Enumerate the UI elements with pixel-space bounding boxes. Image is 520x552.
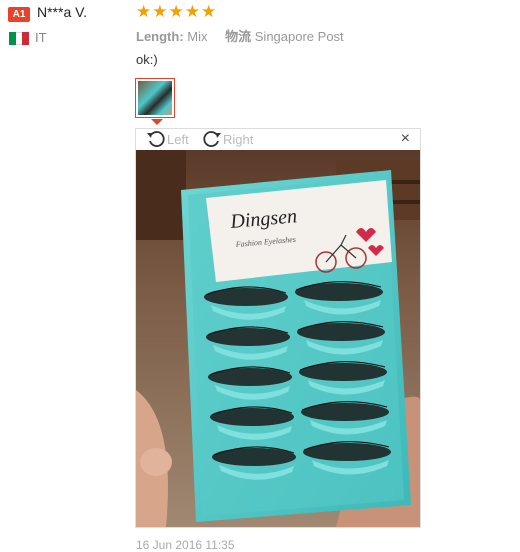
- rotate-right-button[interactable]: Right: [202, 130, 253, 148]
- viewer-toolbar: Left Right ×: [136, 129, 420, 150]
- rotate-right-icon: [203, 131, 221, 147]
- star-rating: ★ ★ ★ ★ ★: [136, 2, 216, 22]
- rotate-left-button[interactable]: Left: [146, 130, 189, 148]
- eyelash-package-photo: Dingsen Fashion Eyelashes: [136, 150, 420, 527]
- star-icon: ★: [152, 2, 168, 21]
- italy-flag-icon: [9, 32, 30, 45]
- length-value: Mix: [187, 29, 208, 44]
- length-label: Length:: [136, 29, 184, 44]
- shipping-value: Singapore Post: [254, 29, 344, 44]
- rotate-left-icon: [147, 131, 165, 147]
- order-attributes: Length: Mix 物流 Singapore Post: [136, 26, 344, 45]
- reviewer-country: IT: [35, 30, 47, 45]
- review-comment: ok:): [136, 52, 158, 67]
- thumbnail-pointer: [151, 119, 163, 125]
- shipping-label: 物流: [225, 29, 252, 44]
- star-icon: ★: [168, 2, 184, 21]
- star-icon: ★: [136, 2, 152, 21]
- buyer-level-badge: A1: [8, 7, 30, 22]
- rotate-right-label: Right: [223, 131, 254, 147]
- reviewer-name: N***a V.: [37, 4, 88, 20]
- rotate-left-label: Left: [167, 131, 189, 147]
- thumbnail-image: [138, 81, 172, 115]
- photo-viewer: Left Right × Dingsen Fashion Eyelashes: [135, 128, 421, 528]
- close-button[interactable]: ×: [401, 131, 410, 147]
- star-icon: ★: [201, 2, 217, 21]
- review-date: 16 Jun 2016 11:35: [136, 538, 235, 552]
- star-icon: ★: [184, 2, 200, 21]
- review-photo: Dingsen Fashion Eyelashes: [136, 150, 420, 527]
- review-photo-thumbnail[interactable]: [135, 78, 175, 118]
